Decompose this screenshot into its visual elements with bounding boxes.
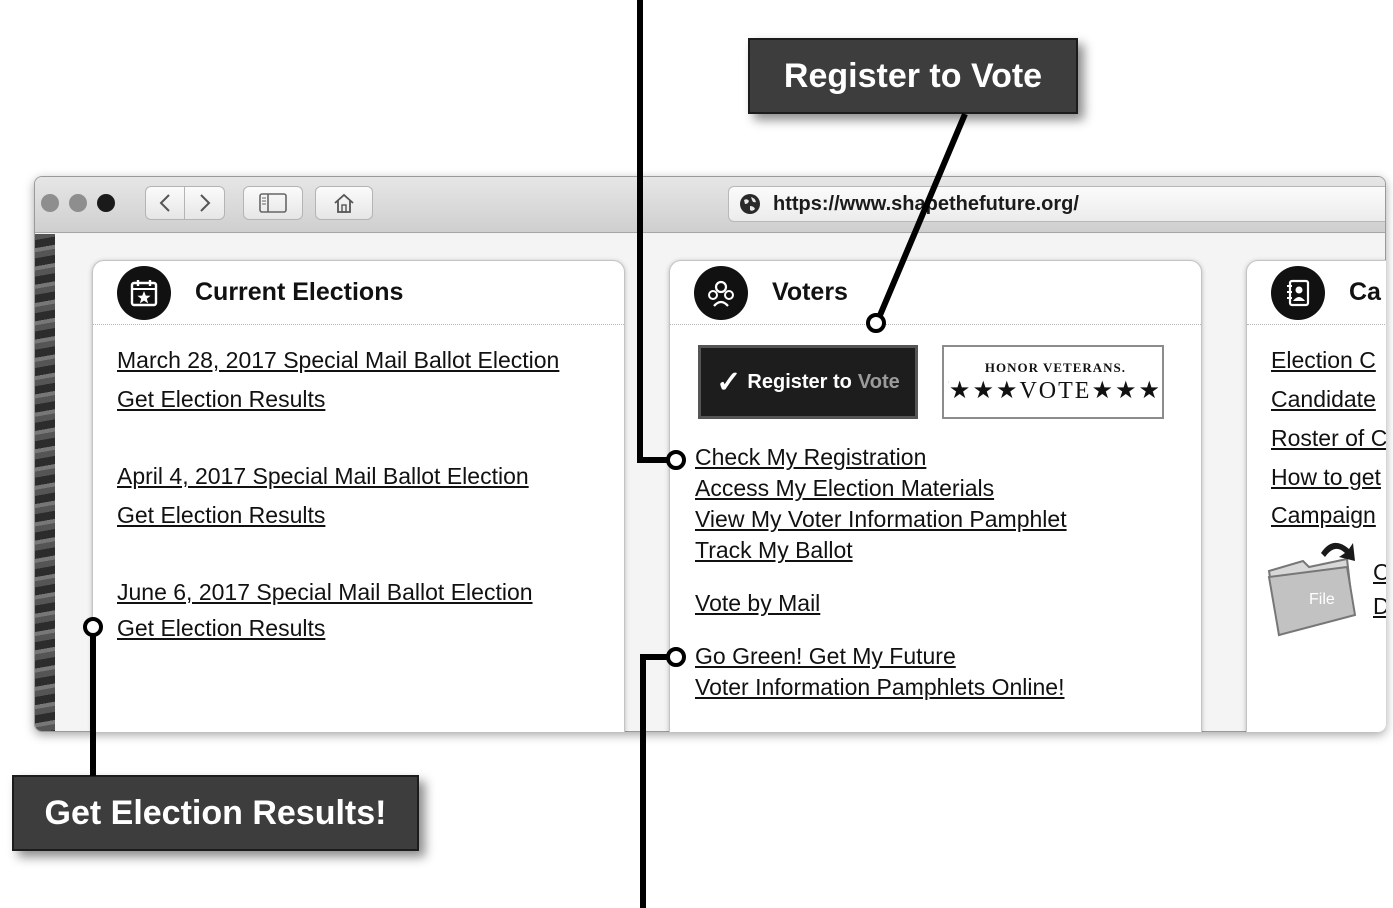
candidates-header: Ca <box>1247 261 1386 325</box>
go-green-link[interactable]: Go Green! Get My Future <box>695 643 956 670</box>
election-results-link-march[interactable]: Get Election Results <box>117 386 325 413</box>
sidebar-icon <box>259 193 287 213</box>
candidates-link-4[interactable]: How to get <box>1271 464 1381 491</box>
register-to-vote-callout: Register to Vote <box>748 38 1078 114</box>
browser-viewport: Current Elections March 28, 2017 Special… <box>34 233 1386 732</box>
get-election-results-callout: Get Election Results! <box>12 775 419 851</box>
candidates-link-1[interactable]: Election C <box>1271 347 1376 374</box>
address-bar[interactable]: https://www.shapethefuture.org/ <box>728 186 1385 222</box>
candidates-link-3[interactable]: Roster of C <box>1271 425 1386 452</box>
vote-by-mail-link[interactable]: Vote by Mail <box>695 590 820 617</box>
election-link-april[interactable]: April 4, 2017 Special Mail Ballot Electi… <box>117 463 529 490</box>
forward-button[interactable] <box>185 186 225 220</box>
candidates-panel: Ca Election C Candidate Roster of C How … <box>1246 260 1386 732</box>
election-link-june[interactable]: June 6, 2017 Special Mail Ballot Electio… <box>117 579 533 606</box>
veterans-text: HONOR VETERANS. ★★★VOTE★★★ <box>949 360 1162 405</box>
register-to-vote-banner[interactable]: ✓ Register to Vote <box>698 345 918 419</box>
globe-icon <box>737 191 763 217</box>
honor-veterans-banner[interactable]: HONOR VETERANS. ★★★VOTE★★★ <box>942 345 1164 419</box>
veterans-line1: HONOR VETERANS. <box>984 359 1127 375</box>
candidates-link-5[interactable]: Campaign <box>1271 502 1376 529</box>
current-elections-panel: Current Elections March 28, 2017 Special… <box>92 260 625 732</box>
results-callout-label: Get Election Results! <box>44 793 387 832</box>
candidates-link-2[interactable]: Candidate <box>1271 386 1376 413</box>
minimize-window-button[interactable] <box>69 194 87 212</box>
current-elections-header: Current Elections <box>93 261 624 325</box>
election-results-link-april[interactable]: Get Election Results <box>117 502 325 529</box>
home-icon <box>334 193 354 213</box>
close-window-button[interactable] <box>41 194 59 212</box>
sidebar-toggle-button[interactable] <box>243 186 303 220</box>
voters-people-icon <box>694 265 748 320</box>
checkmark-icon: ✓ <box>716 365 742 399</box>
current-elections-title: Current Elections <box>195 278 404 306</box>
check-registration-link[interactable]: Check My Registration <box>695 444 926 471</box>
access-election-materials-link[interactable]: Access My Election Materials <box>695 475 994 502</box>
pamphlets-online-link[interactable]: Voter Information Pamphlets Online! <box>695 674 1064 701</box>
back-button[interactable] <box>145 186 185 220</box>
election-results-link-june[interactable]: Get Election Results <box>117 615 325 642</box>
voters-header: Voters <box>670 261 1201 325</box>
contact-book-icon <box>1271 265 1325 320</box>
candidates-side-link-d[interactable]: D <box>1373 593 1386 620</box>
view-pamphlet-link[interactable]: View My Voter Information Pamphlet <box>695 506 1067 533</box>
register-banner-vote: Vote <box>857 370 900 393</box>
veterans-line2: ★★★VOTE★★★ <box>948 377 1162 404</box>
register-callout-label: Register to Vote <box>783 56 1043 95</box>
candidates-title: Ca <box>1349 278 1381 306</box>
election-link-march[interactable]: March 28, 2017 Special Mail Ballot Elect… <box>117 347 559 374</box>
chevron-right-icon <box>199 194 210 212</box>
register-banner-text: Register to <box>747 370 852 393</box>
track-ballot-link[interactable]: Track My Ballot <box>695 537 853 564</box>
voters-title: Voters <box>772 278 848 306</box>
file-label: File <box>1309 591 1335 608</box>
browser-toolbar: https://www.shapethefuture.org/ <box>35 177 1385 233</box>
voters-panel: Voters ✓ Register to Vote HONOR VETERANS… <box>669 260 1202 732</box>
home-button[interactable] <box>315 186 373 220</box>
url-text: https://www.shapethefuture.org/ <box>773 192 1079 215</box>
file-folder-icon[interactable] <box>1263 531 1363 641</box>
calendar-star-icon <box>117 265 171 320</box>
chevron-left-icon <box>159 194 170 212</box>
candidates-side-link-c[interactable]: C <box>1373 559 1386 586</box>
zoom-window-button[interactable] <box>97 194 115 212</box>
